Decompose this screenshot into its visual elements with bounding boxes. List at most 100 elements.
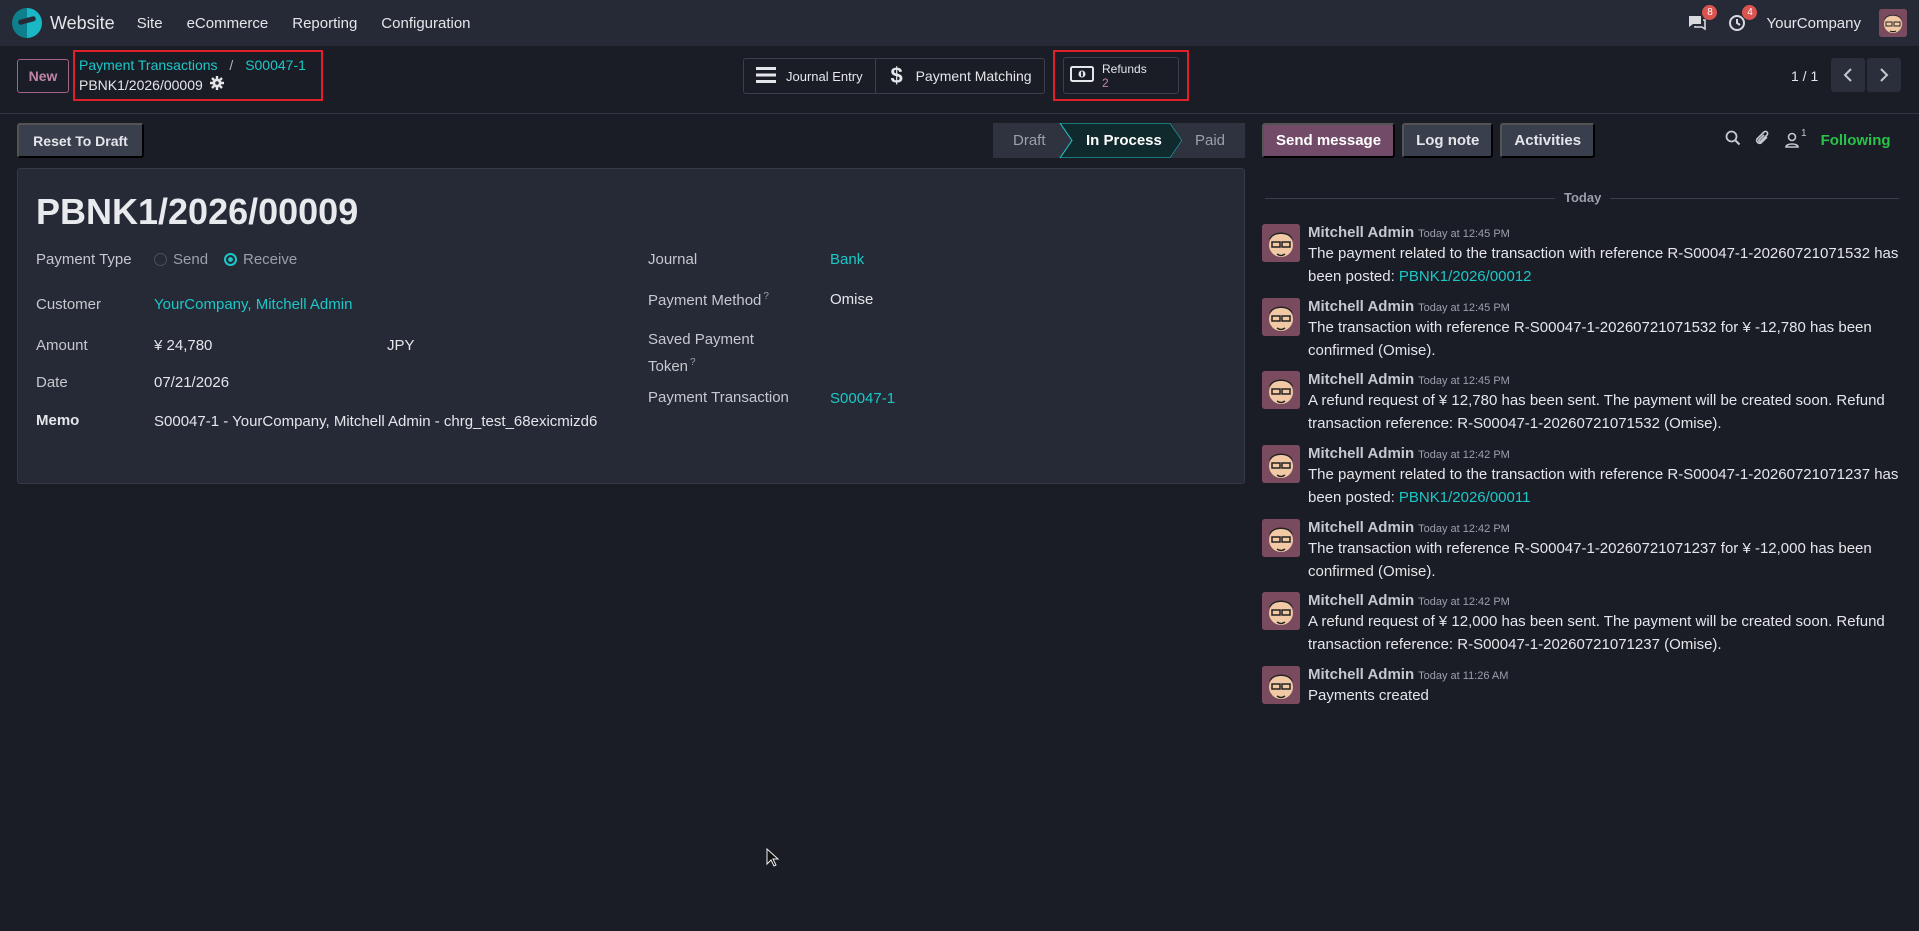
- avatar[interactable]: [1262, 519, 1300, 557]
- date-separator: Today: [1265, 189, 1899, 207]
- payment-transaction-link[interactable]: S00047-1: [830, 390, 895, 407]
- currency-field[interactable]: JPY: [387, 337, 415, 354]
- message-date: Today at 12:42 PM: [1418, 523, 1510, 535]
- send-message-button[interactable]: Send message: [1262, 123, 1396, 158]
- message-link[interactable]: PBNK1/2026/00012: [1399, 268, 1532, 285]
- form-sheet: PBNK1/2026/00009 Payment Type Send Recei…: [17, 168, 1245, 484]
- breadcrumb-separator: /: [229, 57, 234, 73]
- message-text: A refund request of ¥ 12,780 has been se…: [1308, 392, 1885, 432]
- stage-paid[interactable]: Paid: [1195, 132, 1225, 149]
- amount-field[interactable]: ¥ 24,780: [154, 337, 212, 354]
- activities-badge: 4: [1742, 5, 1758, 20]
- list-icon: [756, 66, 776, 87]
- top-navbar: Website Site eCommerce Reporting Configu…: [0, 0, 1919, 46]
- avatar[interactable]: [1262, 371, 1300, 409]
- journal-entry-label: Journal Entry: [786, 68, 863, 84]
- avatar[interactable]: [1262, 666, 1300, 704]
- message-date: Today at 12:45 PM: [1418, 375, 1510, 387]
- following-button[interactable]: Following: [1821, 132, 1891, 149]
- money-icon: [1070, 65, 1094, 86]
- help-icon[interactable]: ?: [690, 357, 696, 368]
- avatar[interactable]: [1262, 445, 1300, 483]
- record-name: PBNK1/2026/00009: [79, 76, 203, 93]
- mouse-cursor-icon: [766, 847, 780, 872]
- activities-icon[interactable]: 4: [1726, 5, 1758, 34]
- payment-matching-button[interactable]: $ Payment Matching: [876, 59, 1044, 93]
- messages-badge: 8: [1702, 5, 1718, 20]
- payment-type-radio-send[interactable]: Send: [154, 251, 208, 268]
- stage-draft[interactable]: Draft: [1013, 132, 1046, 149]
- pager-previous-button[interactable]: [1831, 58, 1865, 92]
- message-text: The payment related to the transaction w…: [1308, 245, 1899, 285]
- message-date: Today at 12:45 PM: [1418, 228, 1510, 240]
- app-logo-icon[interactable]: [12, 8, 42, 38]
- followers-button[interactable]: 1: [1785, 128, 1807, 148]
- message-author[interactable]: Mitchell Admin: [1308, 445, 1414, 462]
- payment-method-label: Payment Method?: [648, 291, 769, 309]
- messages-icon[interactable]: 8: [1686, 5, 1718, 34]
- payment-type-radio-receive[interactable]: Receive: [224, 251, 297, 268]
- control-panel: New Payment Transactions / S00047-1 PBNK…: [0, 46, 1919, 114]
- followers-count: 1: [1801, 128, 1807, 139]
- avatar[interactable]: [1262, 592, 1300, 630]
- amount-label: Amount: [36, 337, 88, 354]
- date-field[interactable]: 07/21/2026: [154, 374, 229, 391]
- pager-value[interactable]: 1 / 1: [1791, 68, 1818, 84]
- chevron-left-icon: [1843, 68, 1852, 82]
- gear-icon[interactable]: [209, 76, 224, 93]
- menu-configuration[interactable]: Configuration: [381, 15, 470, 32]
- message-date: Today at 12:42 PM: [1418, 449, 1510, 461]
- activities-button[interactable]: Activities: [1500, 123, 1596, 158]
- breadcrumb: Payment Transactions / S00047-1 PBNK1/20…: [73, 50, 323, 101]
- message-text: A refund request of ¥ 12,000 has been se…: [1308, 613, 1885, 653]
- radio-send-icon[interactable]: [154, 253, 167, 266]
- dollar-icon: $: [890, 63, 903, 88]
- memo-field[interactable]: S00047-1 - YourCompany, Mitchell Admin -…: [154, 413, 612, 430]
- stage-in-process[interactable]: In Process: [1086, 132, 1162, 149]
- payment-transaction-label: Payment Transaction: [648, 389, 789, 406]
- payment-method-field[interactable]: Omise: [830, 291, 873, 308]
- menu-site[interactable]: Site: [137, 15, 163, 32]
- message-author[interactable]: Mitchell Admin: [1308, 592, 1414, 609]
- user-avatar[interactable]: [1879, 9, 1907, 37]
- help-icon[interactable]: ?: [763, 291, 769, 302]
- reset-to-draft-button[interactable]: Reset To Draft: [17, 123, 144, 158]
- journal-link[interactable]: Bank: [830, 251, 864, 268]
- message-author[interactable]: Mitchell Admin: [1308, 519, 1414, 536]
- breadcrumb-payment-transactions[interactable]: Payment Transactions: [79, 57, 218, 73]
- company-switcher[interactable]: YourCompany: [1766, 15, 1861, 32]
- avatar[interactable]: [1262, 224, 1300, 262]
- user-icon: [1785, 132, 1799, 148]
- message-date: Today at 11:26 AM: [1418, 670, 1509, 682]
- refunds-button[interactable]: Refunds 2: [1063, 57, 1179, 94]
- journal-entry-button[interactable]: Journal Entry: [744, 59, 876, 93]
- message-text: The payment related to the transaction w…: [1308, 466, 1899, 506]
- search-icon[interactable]: [1725, 130, 1741, 150]
- log-note-button[interactable]: Log note: [1402, 123, 1494, 158]
- menu-ecommerce[interactable]: eCommerce: [187, 15, 269, 32]
- message-date: Today at 12:45 PM: [1418, 302, 1510, 314]
- message-author[interactable]: Mitchell Admin: [1308, 224, 1414, 241]
- menu-reporting[interactable]: Reporting: [292, 15, 357, 32]
- new-button[interactable]: New: [17, 59, 69, 93]
- saved-payment-token-label: Saved Payment Token?: [648, 331, 754, 375]
- breadcrumb-transaction[interactable]: S00047-1: [245, 57, 306, 73]
- chatter-actions: Send message Log note Activities: [1262, 123, 1596, 158]
- message-author[interactable]: Mitchell Admin: [1308, 666, 1414, 683]
- radio-receive-icon[interactable]: [224, 253, 237, 266]
- message-link[interactable]: PBNK1/2026/00011: [1399, 489, 1531, 506]
- pager-next-button[interactable]: [1867, 58, 1901, 92]
- record-title: PBNK1/2026/00009: [36, 191, 359, 232]
- message-author[interactable]: Mitchell Admin: [1308, 298, 1414, 315]
- paperclip-icon[interactable]: [1755, 129, 1771, 151]
- avatar[interactable]: [1262, 298, 1300, 336]
- refunds-count: 2: [1102, 75, 1109, 90]
- refunds-highlight: Refunds 2: [1053, 50, 1189, 101]
- message-author[interactable]: Mitchell Admin: [1308, 371, 1414, 388]
- customer-link[interactable]: YourCompany, Mitchell Admin: [154, 296, 352, 313]
- refunds-label: Refunds: [1102, 61, 1147, 76]
- app-name[interactable]: Website: [50, 13, 115, 34]
- smart-buttons: Journal Entry $ Payment Matching: [743, 58, 1045, 94]
- message-date: Today at 12:42 PM: [1418, 596, 1510, 608]
- chevron-right-icon: [1880, 68, 1889, 82]
